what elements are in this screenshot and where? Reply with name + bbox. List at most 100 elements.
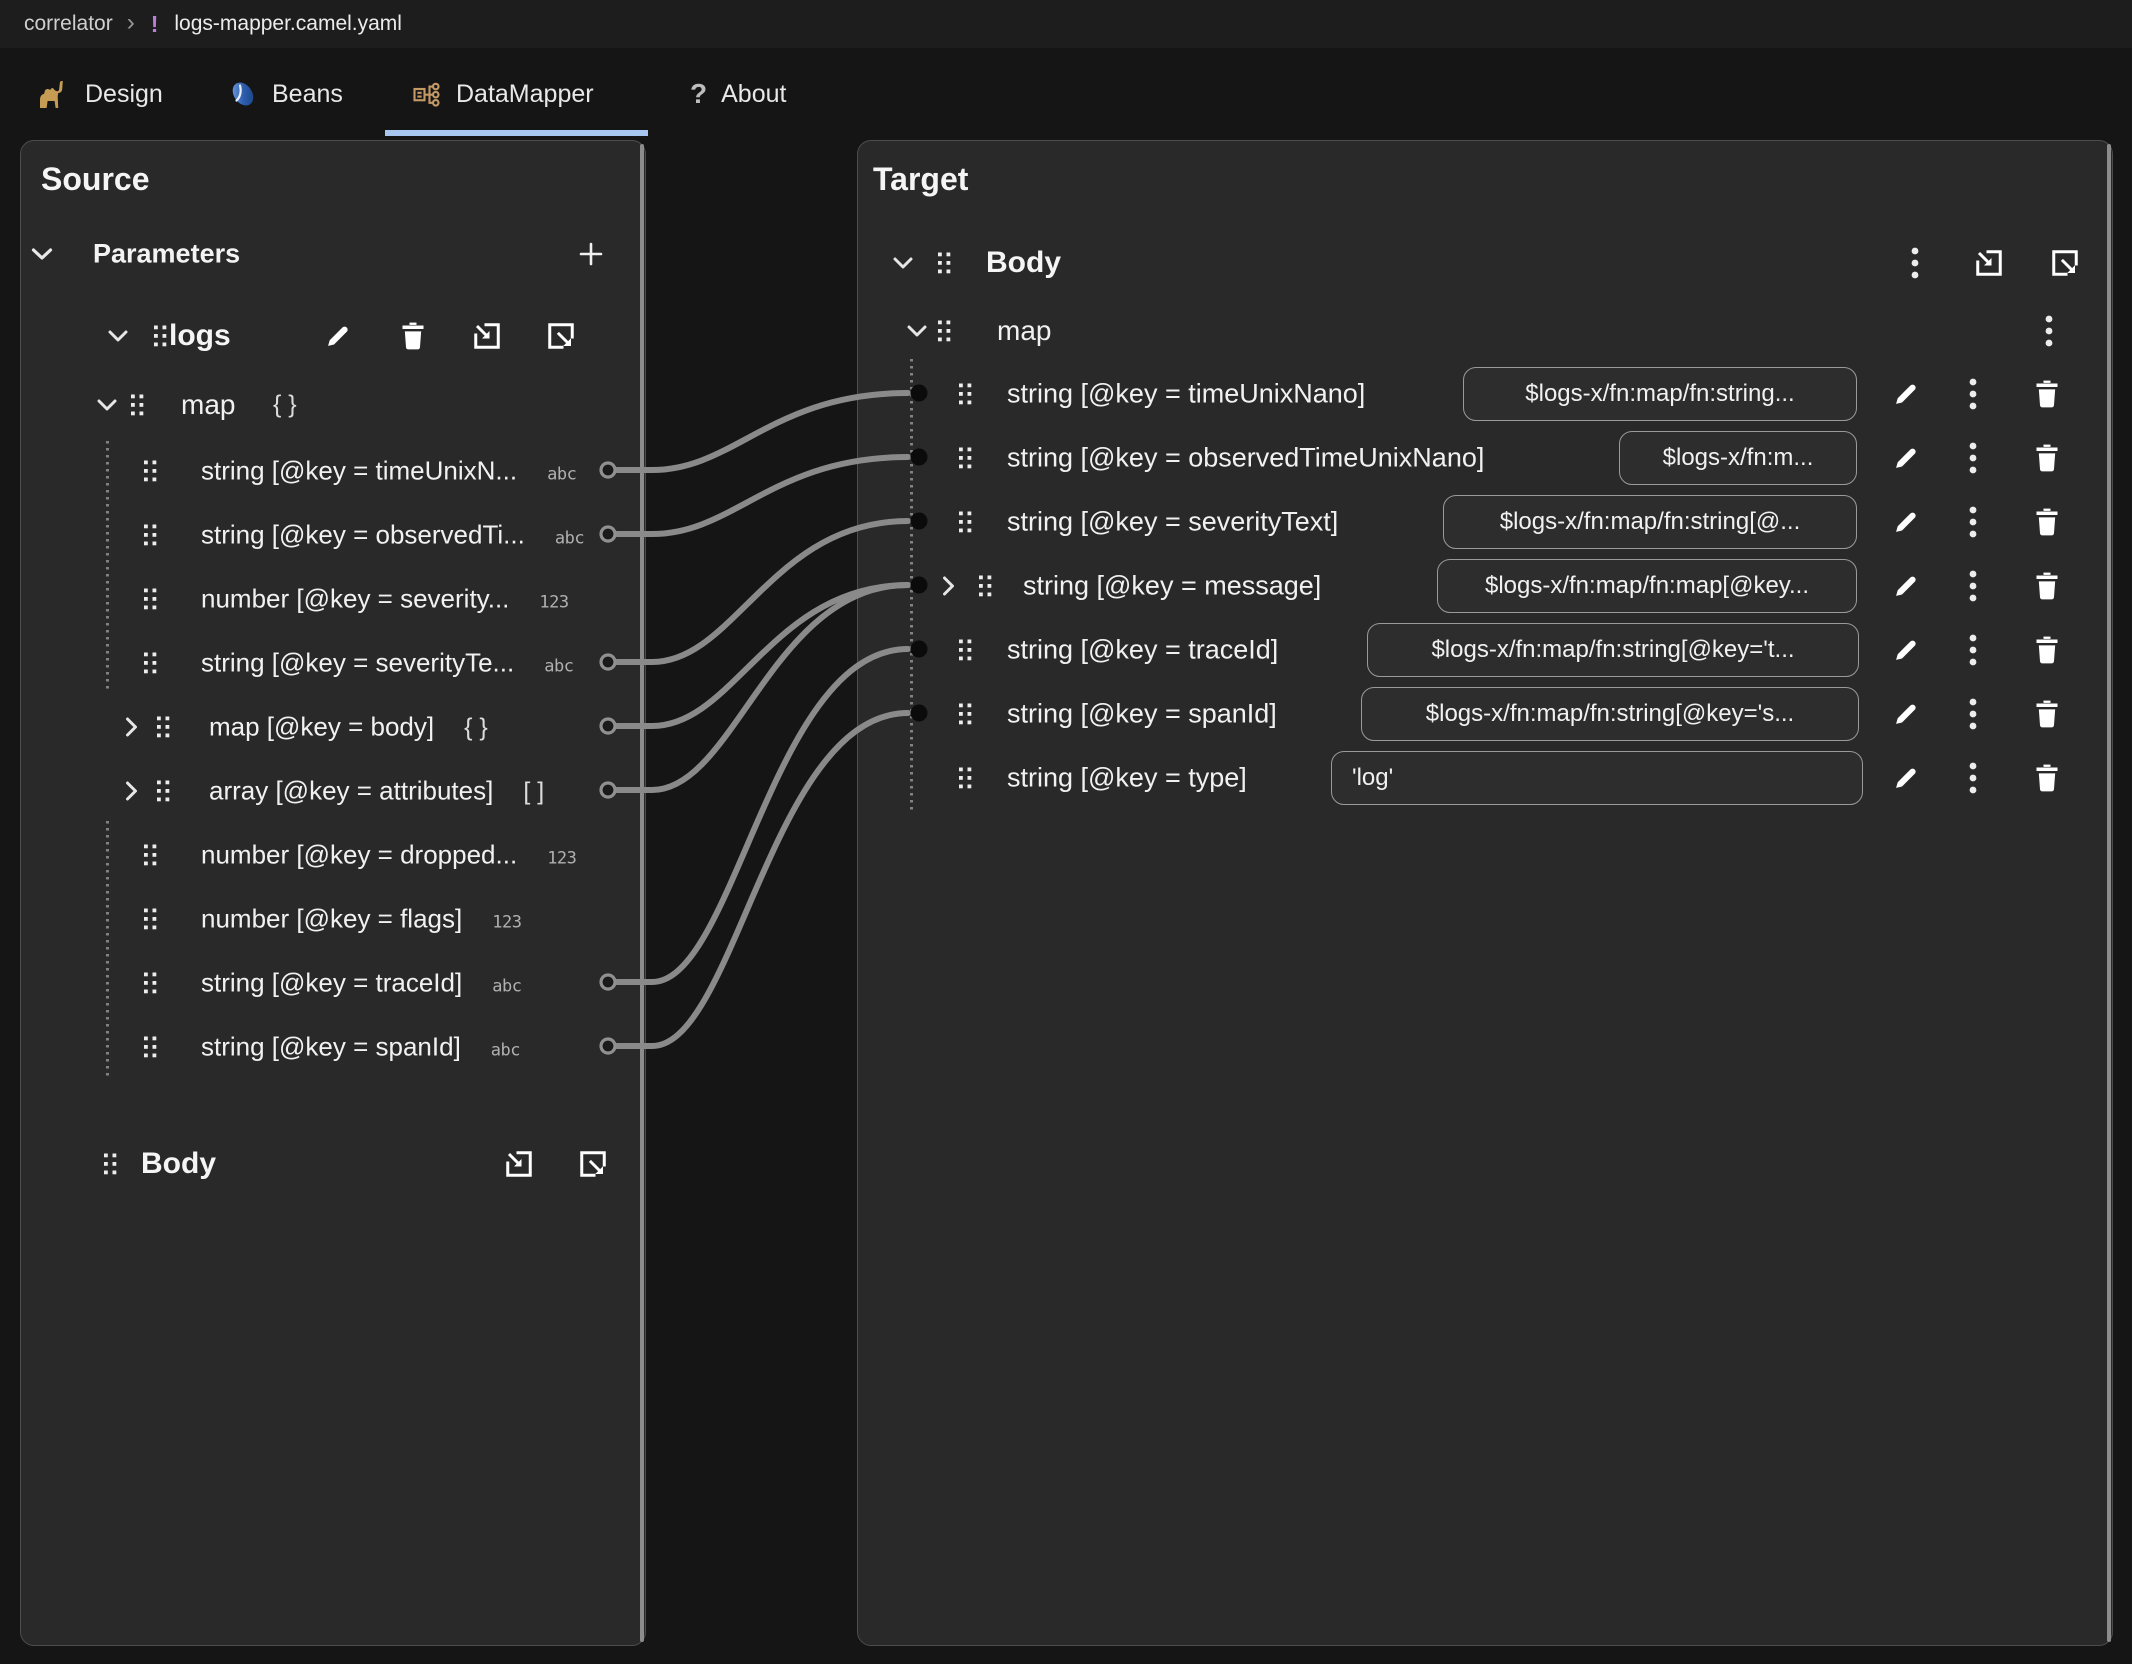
type-badge: { }: [464, 714, 488, 743]
grip-icon[interactable]: [144, 461, 157, 482]
trash-icon[interactable]: [2034, 444, 2060, 472]
source-tree-item[interactable]: string [@key = spanId]abc: [21, 1027, 637, 1067]
tab-label: Design: [85, 80, 163, 109]
expression-input[interactable]: $logs-x/fn:map/fn:string[@key='s...: [1361, 687, 1859, 741]
grip-icon[interactable]: [144, 845, 157, 866]
kebab-icon[interactable]: [1969, 506, 1977, 538]
grip-icon[interactable]: [157, 781, 170, 802]
grip-icon[interactable]: [144, 653, 157, 674]
attach-schema-icon[interactable]: [504, 1149, 534, 1179]
target-panel: Target Body map string [@key = timeUnixN…: [857, 140, 2113, 1646]
kebab-icon[interactable]: [1969, 762, 1977, 794]
source-item-label: number [@key = severity...: [201, 584, 509, 615]
target-item-label: string [@key = spanId]: [1007, 699, 1277, 730]
target-item-label: string [@key = observedTimeUnixNano]: [1007, 443, 1484, 474]
source-body-row[interactable]: Body: [21, 1144, 637, 1184]
source-tree-item[interactable]: number [@key = flags]123: [21, 899, 637, 939]
edit-icon[interactable]: [1892, 764, 1920, 792]
source-panel: Source Parameters logs map { } string [@…: [20, 140, 646, 1646]
grip-icon[interactable]: [157, 717, 170, 738]
source-tree-item[interactable]: string [@key = observedTi...abc: [21, 515, 637, 555]
target-tree-item[interactable]: string [@key = traceId] $logs-x/fn:map/fn…: [858, 622, 2104, 678]
expression-input[interactable]: $logs-x/fn:map/fn:string[@...: [1443, 495, 1857, 549]
grip-icon[interactable]: [959, 448, 972, 469]
source-tree-item[interactable]: string [@key = timeUnixN...abc: [21, 451, 637, 491]
type-badge: 123: [547, 849, 576, 869]
grip-icon[interactable]: [144, 589, 157, 610]
active-tab-underline: [385, 130, 648, 136]
tab-beans[interactable]: Beans: [228, 48, 343, 140]
tab-design[interactable]: Design: [37, 48, 163, 140]
source-tree-item[interactable]: array [@key = attributes][ ]: [21, 771, 637, 811]
target-tree-item[interactable]: string [@key = timeUnixNano]$logs-x/fn:m…: [858, 366, 2104, 422]
type-badge: abc: [555, 529, 584, 549]
target-tree-item[interactable]: string [@key = message]$logs-x/fn:map/fn…: [858, 558, 2104, 614]
breadcrumb-separator-icon: ›: [127, 9, 135, 37]
target-item-label: string [@key = traceId]: [1007, 635, 1278, 666]
trash-icon[interactable]: [2034, 380, 2060, 408]
source-scrollbar[interactable]: [640, 144, 644, 1642]
kebab-icon[interactable]: [1969, 378, 1977, 410]
trash-icon[interactable]: [2034, 508, 2060, 536]
grip-icon[interactable]: [144, 525, 157, 546]
tab-datamapper[interactable]: DataMapper: [412, 48, 594, 140]
type-badge: 123: [539, 593, 568, 613]
expression-input[interactable]: 'log': [1331, 751, 1863, 805]
edit-icon[interactable]: [1892, 380, 1920, 408]
source-tree-item[interactable]: map [@key = body]{ }: [21, 707, 637, 747]
source-item-label: string [@key = timeUnixN...: [201, 456, 517, 487]
type-badge: 123: [492, 913, 521, 933]
source-tree-item[interactable]: string [@key = traceId]abc: [21, 963, 637, 1003]
trash-icon[interactable]: [2034, 572, 2060, 600]
source-items: string [@key = timeUnixN...abcstring [@k…: [21, 141, 645, 1645]
kebab-icon[interactable]: [1969, 570, 1977, 602]
breadcrumb-file: logs-mapper.camel.yaml: [174, 12, 402, 36]
expression-input[interactable]: $logs-x/fn:map/fn:string[@key='t...: [1367, 623, 1859, 677]
kebab-icon[interactable]: [1969, 698, 1977, 730]
breadcrumb-project[interactable]: correlator: [24, 12, 113, 36]
grip-icon[interactable]: [104, 1154, 117, 1175]
grip-icon[interactable]: [144, 909, 157, 930]
edit-icon[interactable]: [1892, 508, 1920, 536]
trash-icon[interactable]: [2034, 636, 2060, 664]
target-tree-item[interactable]: string [@key = spanId] $logs-x/fn:map/fn:…: [858, 686, 2104, 742]
grip-icon[interactable]: [144, 1037, 157, 1058]
trash-icon[interactable]: [2034, 700, 2060, 728]
detach-schema-icon[interactable]: [578, 1149, 608, 1179]
type-badge: abc: [492, 977, 521, 997]
grip-icon[interactable]: [959, 512, 972, 533]
target-tree-item[interactable]: string [@key = observedTimeUnixNano] $log…: [858, 430, 2104, 486]
target-tree-item[interactable]: string [@key = severityText] $logs-x/fn:m…: [858, 494, 2104, 550]
tab-about[interactable]: ? About: [690, 48, 786, 140]
target-scrollbar[interactable]: [2107, 144, 2111, 1642]
grip-icon[interactable]: [959, 768, 972, 789]
expression-input[interactable]: $logs-x/fn:map/fn:string...: [1463, 367, 1857, 421]
expression-input[interactable]: $logs-x/fn:map/fn:map[@key...: [1437, 559, 1857, 613]
grip-icon[interactable]: [979, 576, 992, 597]
grip-icon[interactable]: [959, 384, 972, 405]
datamapper-icon: [412, 79, 442, 109]
tab-bar: Design Beans DataMapper ? About: [0, 48, 2132, 140]
trash-icon[interactable]: [2034, 764, 2060, 792]
edit-icon[interactable]: [1892, 636, 1920, 664]
grip-icon[interactable]: [959, 704, 972, 725]
expression-input[interactable]: $logs-x/fn:m...: [1619, 431, 1857, 485]
kebab-icon[interactable]: [1969, 442, 1977, 474]
grip-icon[interactable]: [144, 973, 157, 994]
chevron-right-icon[interactable]: [125, 717, 138, 737]
source-tree-item[interactable]: number [@key = dropped...123: [21, 835, 637, 875]
chevron-right-icon[interactable]: [942, 576, 955, 596]
type-badge: [ ]: [523, 778, 544, 807]
edit-icon[interactable]: [1892, 444, 1920, 472]
source-tree-item[interactable]: number [@key = severity... 123: [21, 579, 637, 619]
target-tree-item[interactable]: string [@key = type]'log': [858, 750, 2104, 806]
edit-icon[interactable]: [1892, 572, 1920, 600]
grip-icon[interactable]: [959, 640, 972, 661]
tab-label: DataMapper: [456, 80, 594, 109]
tab-label: About: [721, 80, 786, 109]
edit-icon[interactable]: [1892, 700, 1920, 728]
kebab-icon[interactable]: [1969, 634, 1977, 666]
target-item-label: string [@key = severityText]: [1007, 507, 1338, 538]
source-tree-item[interactable]: string [@key = severityTe...abc: [21, 643, 637, 683]
chevron-right-icon[interactable]: [125, 781, 138, 801]
